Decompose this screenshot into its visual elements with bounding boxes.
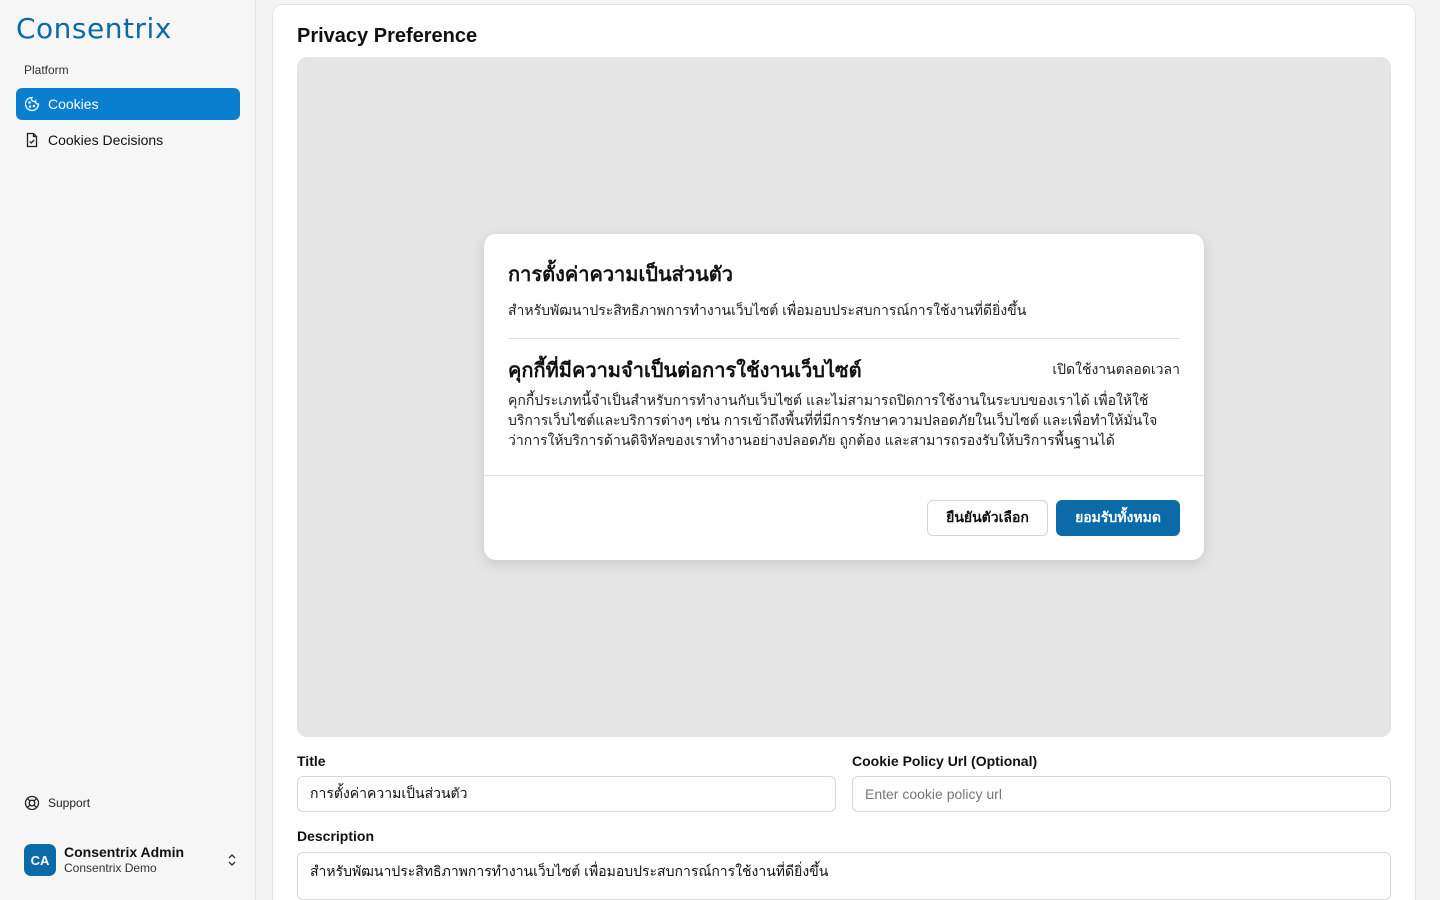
modal-divider (508, 338, 1180, 339)
page-title: Privacy Preference (297, 25, 478, 47)
sidebar: Consentrix Platform Cookies Cookies Deci… (0, 0, 256, 900)
user-org: Consentrix Demo (64, 861, 157, 876)
modal-footer-divider (484, 475, 1204, 476)
category-status: เปิดใช้งานตลอดเวลา (1052, 361, 1180, 377)
cookie-icon (24, 96, 40, 112)
file-check-icon (24, 132, 40, 148)
category-description: คุกกี้ประเภทนี้จำเป็นสำหรับการทำงานกับเว… (508, 392, 1158, 448)
sidebar-item-label: Cookies (48, 96, 99, 112)
support-link[interactable]: Support (24, 795, 90, 811)
lifebuoy-icon (24, 795, 40, 811)
avatar: CA (24, 844, 56, 876)
accept-all-button[interactable]: ยอมรับทั้งหมด (1056, 500, 1180, 536)
privacy-modal-preview: การตั้งค่าความเป็นส่วนตัว สำหรับพัฒนาประ… (484, 234, 1204, 560)
policy-url-label: Cookie Policy Url (Optional) (852, 753, 1038, 769)
description-textarea[interactable]: สำหรับพัฒนาประสิทธิภาพการทำงานเว็บไซต์ เ… (297, 852, 1391, 900)
sidebar-item-cookies[interactable]: Cookies (16, 88, 240, 120)
title-input[interactable] (297, 776, 836, 812)
modal-title: การตั้งค่าความเป็นส่วนตัว (508, 264, 733, 286)
user-menu[interactable]: CA Consentrix Admin Consentrix Demo (24, 842, 240, 878)
chevrons-up-down-icon (224, 852, 240, 868)
logo[interactable]: Consentrix (16, 12, 172, 45)
title-label: Title (297, 753, 326, 769)
sidebar-item-label: Cookies Decisions (48, 132, 164, 148)
section-label-platform: Platform (24, 63, 69, 77)
policy-url-input[interactable] (852, 776, 1391, 812)
modal-description: สำหรับพัฒนาประสิทธิภาพการทำงานเว็บไซต์ เ… (508, 302, 1027, 318)
sidebar-item-cookies-decisions[interactable]: Cookies Decisions (16, 124, 240, 156)
description-label: Description (297, 828, 375, 844)
user-name: Consentrix Admin (64, 844, 185, 861)
category-title: คุกกี้ที่มีความจำเป็นต่อการใช้งานเว็บไซต… (508, 360, 862, 382)
support-label: Support (48, 796, 91, 810)
confirm-choices-button[interactable]: ยืนยันตัวเลือก (927, 500, 1048, 536)
